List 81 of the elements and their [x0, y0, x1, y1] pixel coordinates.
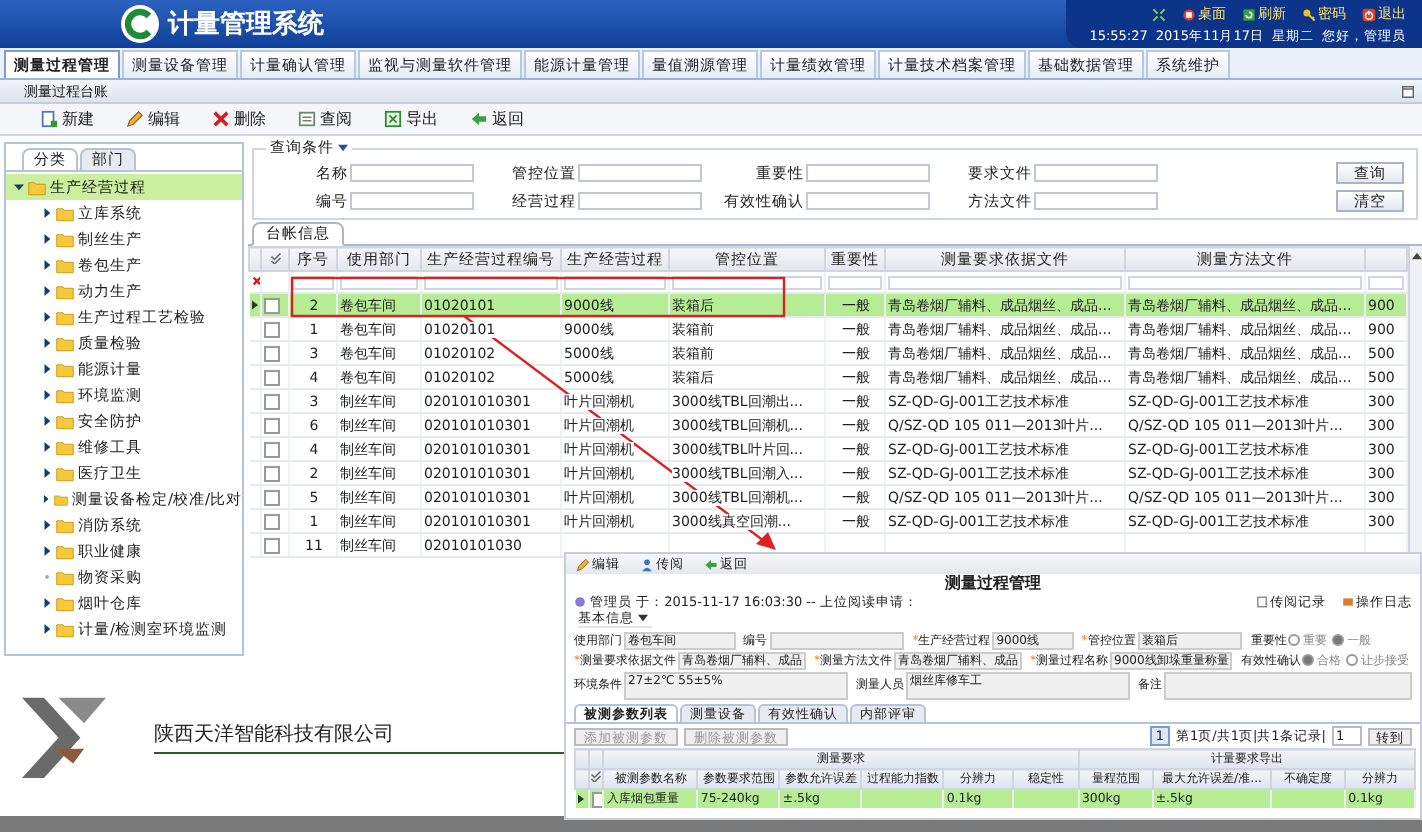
toolbar-button[interactable]: 返回	[458, 108, 536, 130]
caret-right-icon[interactable]	[42, 208, 52, 218]
app-title: 计量管理系统	[168, 7, 324, 42]
filter-field[interactable]	[1368, 275, 1404, 289]
power-icon	[1362, 7, 1376, 21]
back-arrow-icon	[704, 557, 718, 571]
input-field[interactable]	[1034, 192, 1158, 210]
radio-button[interactable]	[1332, 634, 1345, 646]
row-pointer-icon	[577, 794, 583, 804]
caret-down-icon[interactable]	[638, 614, 648, 622]
caret-right-icon[interactable]	[42, 390, 52, 400]
filter-field[interactable]	[1128, 275, 1362, 289]
row-pointer-icon	[251, 300, 257, 310]
document-icon	[298, 110, 316, 128]
caret-right-icon[interactable]	[42, 416, 52, 426]
logo-icon	[120, 4, 160, 44]
input-field[interactable]	[578, 164, 702, 182]
caret-right-icon[interactable]	[42, 520, 52, 530]
check-all-icon[interactable]	[590, 770, 603, 782]
caret-right-icon[interactable]	[42, 338, 52, 348]
input-field[interactable]	[578, 192, 702, 210]
book-icon	[1342, 596, 1354, 608]
caret-down-icon[interactable]	[14, 182, 24, 192]
checkbox[interactable]	[264, 465, 280, 481]
caret-down-icon[interactable]	[338, 144, 348, 152]
person-icon	[574, 596, 586, 608]
text-field[interactable]	[769, 631, 905, 649]
toolbar-button[interactable]: 编辑	[114, 108, 192, 130]
delete-icon	[212, 110, 230, 128]
desktop-icon	[1182, 7, 1196, 21]
toolbar-button[interactable]: 导出	[372, 108, 450, 130]
maximize-icon[interactable]	[1402, 85, 1414, 97]
checkbox[interactable]	[264, 369, 280, 385]
toolbar-button[interactable]: 查阅	[286, 108, 364, 130]
scroll-up-icon[interactable]	[1411, 252, 1421, 260]
checkbox[interactable]	[264, 321, 280, 337]
radio-button[interactable]	[1346, 654, 1359, 666]
new-document-icon	[40, 110, 58, 128]
checkbox[interactable]	[264, 417, 280, 433]
checkbox[interactable]	[264, 489, 280, 505]
caret-right-icon[interactable]	[42, 624, 52, 634]
check-all-icon[interactable]	[269, 251, 281, 263]
refresh-icon	[1242, 7, 1256, 21]
checkbox[interactable]	[264, 441, 280, 457]
input-field[interactable]	[806, 192, 930, 210]
toolbar-button[interactable]: 新建	[28, 108, 106, 130]
checkbox[interactable]	[264, 297, 280, 313]
back-arrow-icon	[470, 110, 488, 128]
clear-filter-icon[interactable]	[251, 276, 259, 286]
caret-right-icon[interactable]	[42, 260, 52, 270]
checkbox[interactable]	[264, 513, 280, 529]
caret-right-icon[interactable]	[42, 546, 52, 556]
key-icon	[1302, 7, 1316, 21]
checkbox[interactable]	[264, 345, 280, 361]
caret-right-icon[interactable]	[42, 598, 52, 608]
company-logo-icon	[18, 694, 110, 778]
filter-field[interactable]	[828, 275, 882, 289]
person-icon	[640, 557, 654, 571]
input-field[interactable]	[350, 192, 474, 210]
radio-button[interactable]	[1302, 654, 1315, 666]
input-field[interactable]	[806, 164, 930, 182]
caret-right-icon[interactable]	[42, 286, 52, 296]
caret-right-icon[interactable]	[42, 312, 52, 322]
network-icon	[1152, 7, 1166, 21]
document-icon	[1256, 596, 1268, 608]
pencil-icon	[126, 110, 144, 128]
radio-button[interactable]	[1288, 634, 1301, 646]
checkbox[interactable]	[264, 537, 280, 553]
caret-right-icon[interactable]	[42, 494, 50, 504]
caret-right-icon[interactable]	[42, 364, 52, 374]
caret-right-icon[interactable]	[42, 234, 52, 244]
filter-field[interactable]	[888, 275, 1122, 289]
caret-right-icon[interactable]	[42, 442, 52, 452]
caret-right-icon[interactable]	[42, 468, 52, 478]
window-title: 测量过程管理	[945, 574, 1041, 594]
spreadsheet-icon	[384, 110, 402, 128]
pencil-icon	[576, 557, 590, 571]
checkbox[interactable]	[264, 393, 280, 409]
input-field[interactable]	[350, 164, 474, 182]
input-field[interactable]	[1034, 164, 1158, 182]
toolbar-button[interactable]: 删除	[200, 108, 278, 130]
